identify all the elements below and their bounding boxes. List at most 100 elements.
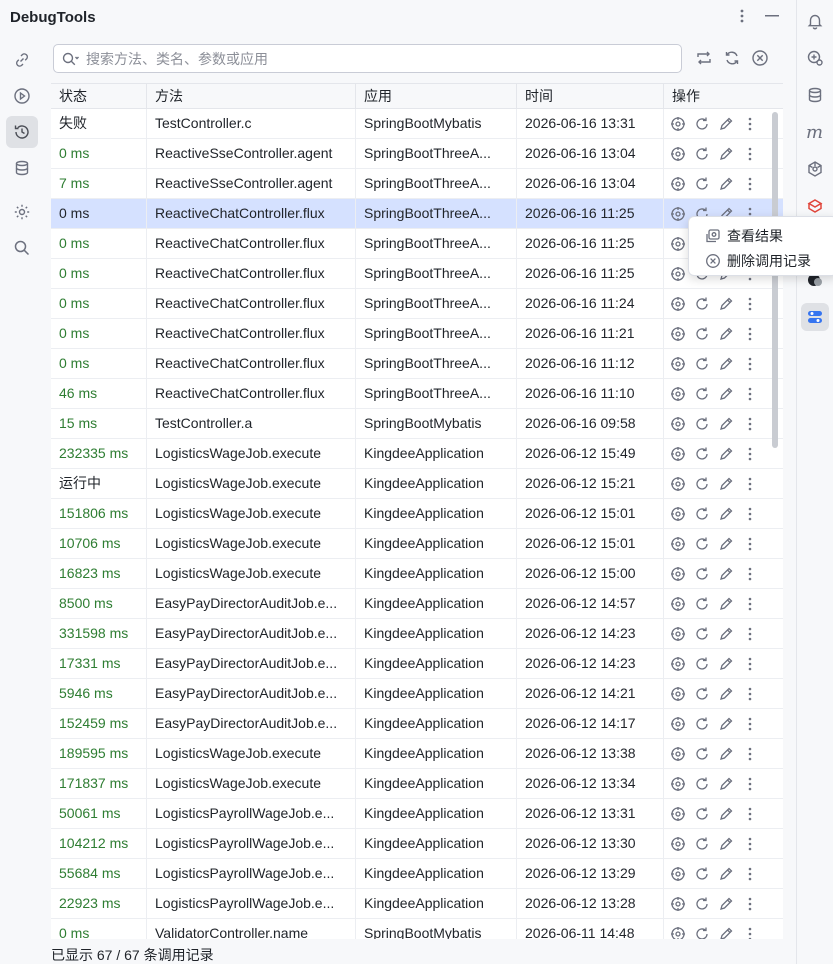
more-vertical-icon[interactable] <box>741 385 759 403</box>
locate-target-icon[interactable] <box>669 565 687 583</box>
table-row[interactable]: 50061 ms LogisticsPayrollWageJob.e... King… <box>51 799 783 829</box>
rerun-icon[interactable] <box>693 145 711 163</box>
rerun-icon[interactable] <box>693 805 711 823</box>
more-vertical-icon[interactable] <box>741 805 759 823</box>
rerun-icon[interactable] <box>693 625 711 643</box>
table-row[interactable]: 0 ms ReactiveChatController.flux SpringBoo… <box>51 319 783 349</box>
more-vertical-icon[interactable] <box>741 715 759 733</box>
more-vertical-icon[interactable] <box>741 115 759 133</box>
edit-pencil-icon[interactable] <box>717 595 735 613</box>
edit-pencil-icon[interactable] <box>717 895 735 913</box>
column-header-status[interactable]: 状态 <box>51 84 147 108</box>
edit-pencil-icon[interactable] <box>717 445 735 463</box>
table-row[interactable]: 46 ms ReactiveChatController.flux SpringBo… <box>51 379 783 409</box>
debugtools-panel-icon[interactable] <box>801 303 829 331</box>
rerun-icon[interactable] <box>693 865 711 883</box>
more-vertical-icon[interactable] <box>741 745 759 763</box>
edit-pencil-icon[interactable] <box>717 355 735 373</box>
edit-pencil-icon[interactable] <box>717 565 735 583</box>
maven-icon[interactable]: m <box>801 118 829 146</box>
table-row[interactable]: 152459 ms EasyPayDirectorAuditJob.e... Kin… <box>51 709 783 739</box>
more-vertical-icon[interactable] <box>741 565 759 583</box>
locate-target-icon[interactable] <box>669 745 687 763</box>
rerun-icon[interactable] <box>693 685 711 703</box>
locate-target-icon[interactable] <box>669 505 687 523</box>
more-vertical-icon[interactable] <box>741 175 759 193</box>
edit-pencil-icon[interactable] <box>717 325 735 343</box>
menu-item-view-result[interactable]: 查看结果 <box>689 223 833 248</box>
edit-pencil-icon[interactable] <box>717 475 735 493</box>
table-row[interactable]: 55684 ms LogisticsPayrollWageJob.e... King… <box>51 859 783 889</box>
table-row[interactable]: 232335 ms LogisticsWageJob.execute Kingdee… <box>51 439 783 469</box>
edit-pencil-icon[interactable] <box>717 295 735 313</box>
table-row[interactable]: 104212 ms LogisticsPayrollWageJob.e... Kin… <box>51 829 783 859</box>
locate-target-icon[interactable] <box>669 145 687 163</box>
refresh-icon[interactable] <box>723 49 741 67</box>
more-vertical-icon[interactable] <box>741 595 759 613</box>
rerun-icon[interactable] <box>693 715 711 733</box>
locate-target-icon[interactable] <box>669 475 687 493</box>
locate-target-icon[interactable] <box>669 835 687 853</box>
table-row[interactable]: 10706 ms LogisticsWageJob.execute KingdeeA… <box>51 529 783 559</box>
edit-pencil-icon[interactable] <box>717 415 735 433</box>
menu-item-delete-record[interactable]: 删除调用记录 <box>689 248 833 273</box>
rerun-icon[interactable] <box>693 655 711 673</box>
locate-target-icon[interactable] <box>669 715 687 733</box>
locate-target-icon[interactable] <box>669 775 687 793</box>
table-row[interactable]: 失败 TestController.c SpringBootMybatis 2026-… <box>51 109 783 139</box>
rerun-icon[interactable] <box>693 775 711 793</box>
more-vertical-icon[interactable] <box>741 505 759 523</box>
more-vertical-icon[interactable] <box>741 925 759 939</box>
rerun-icon[interactable] <box>693 895 711 913</box>
edit-pencil-icon[interactable] <box>717 745 735 763</box>
rerun-icon[interactable] <box>693 475 711 493</box>
table-row[interactable]: 22923 ms LogisticsPayrollWageJob.e... King… <box>51 889 783 919</box>
toggle-view-icon[interactable] <box>695 49 713 67</box>
rerun-icon[interactable] <box>693 175 711 193</box>
gear-icon[interactable] <box>6 196 38 228</box>
locate-target-icon[interactable] <box>669 115 687 133</box>
rerun-icon[interactable] <box>693 325 711 343</box>
table-row[interactable]: 171837 ms LogisticsWageJob.execute Kingdee… <box>51 769 783 799</box>
rerun-icon[interactable] <box>693 355 711 373</box>
table-row[interactable]: 0 ms ReactiveChatController.flux SpringBoo… <box>51 289 783 319</box>
more-vertical-icon[interactable] <box>741 415 759 433</box>
rerun-icon[interactable] <box>693 445 711 463</box>
more-vertical-icon[interactable] <box>741 295 759 313</box>
notification-bell-icon[interactable] <box>801 7 829 35</box>
locate-target-icon[interactable] <box>669 895 687 913</box>
locate-target-icon[interactable] <box>669 685 687 703</box>
more-vertical-icon[interactable] <box>741 865 759 883</box>
table-row[interactable]: 0 ms ValidatorController.name SpringBootMy… <box>51 919 783 939</box>
table-row[interactable]: 0 ms ReactiveChatController.flux SpringBoo… <box>51 229 783 259</box>
edit-pencil-icon[interactable] <box>717 505 735 523</box>
rerun-icon[interactable] <box>693 745 711 763</box>
locate-target-icon[interactable] <box>669 415 687 433</box>
more-vertical-icon[interactable] <box>741 625 759 643</box>
link-icon[interactable] <box>6 44 38 76</box>
history-icon[interactable] <box>6 116 38 148</box>
rerun-icon[interactable] <box>693 565 711 583</box>
locate-target-icon[interactable] <box>669 805 687 823</box>
more-vertical-icon[interactable] <box>741 145 759 163</box>
edit-pencil-icon[interactable] <box>717 775 735 793</box>
more-vertical-icon[interactable] <box>741 535 759 553</box>
minimize-icon[interactable] <box>764 8 780 24</box>
locate-target-icon[interactable] <box>669 595 687 613</box>
locate-target-icon[interactable] <box>669 865 687 883</box>
rerun-icon[interactable] <box>693 385 711 403</box>
table-row[interactable]: 16823 ms LogisticsWageJob.execute KingdeeA… <box>51 559 783 589</box>
rerun-icon[interactable] <box>693 535 711 553</box>
ai-chat-icon[interactable] <box>801 44 829 72</box>
more-vertical-icon[interactable] <box>741 655 759 673</box>
locate-target-icon[interactable] <box>669 325 687 343</box>
table-row[interactable]: 7 ms ReactiveSseController.agent SpringBoo… <box>51 169 783 199</box>
locate-target-icon[interactable] <box>669 205 687 223</box>
edit-pencil-icon[interactable] <box>717 625 735 643</box>
rerun-icon[interactable] <box>693 505 711 523</box>
more-vertical-icon[interactable] <box>734 8 750 24</box>
more-vertical-icon[interactable] <box>741 775 759 793</box>
edit-pencil-icon[interactable] <box>717 535 735 553</box>
table-row[interactable]: 运行中 LogisticsWageJob.execute KingdeeApplic… <box>51 469 783 499</box>
column-header-time[interactable]: 时间 <box>517 84 664 108</box>
